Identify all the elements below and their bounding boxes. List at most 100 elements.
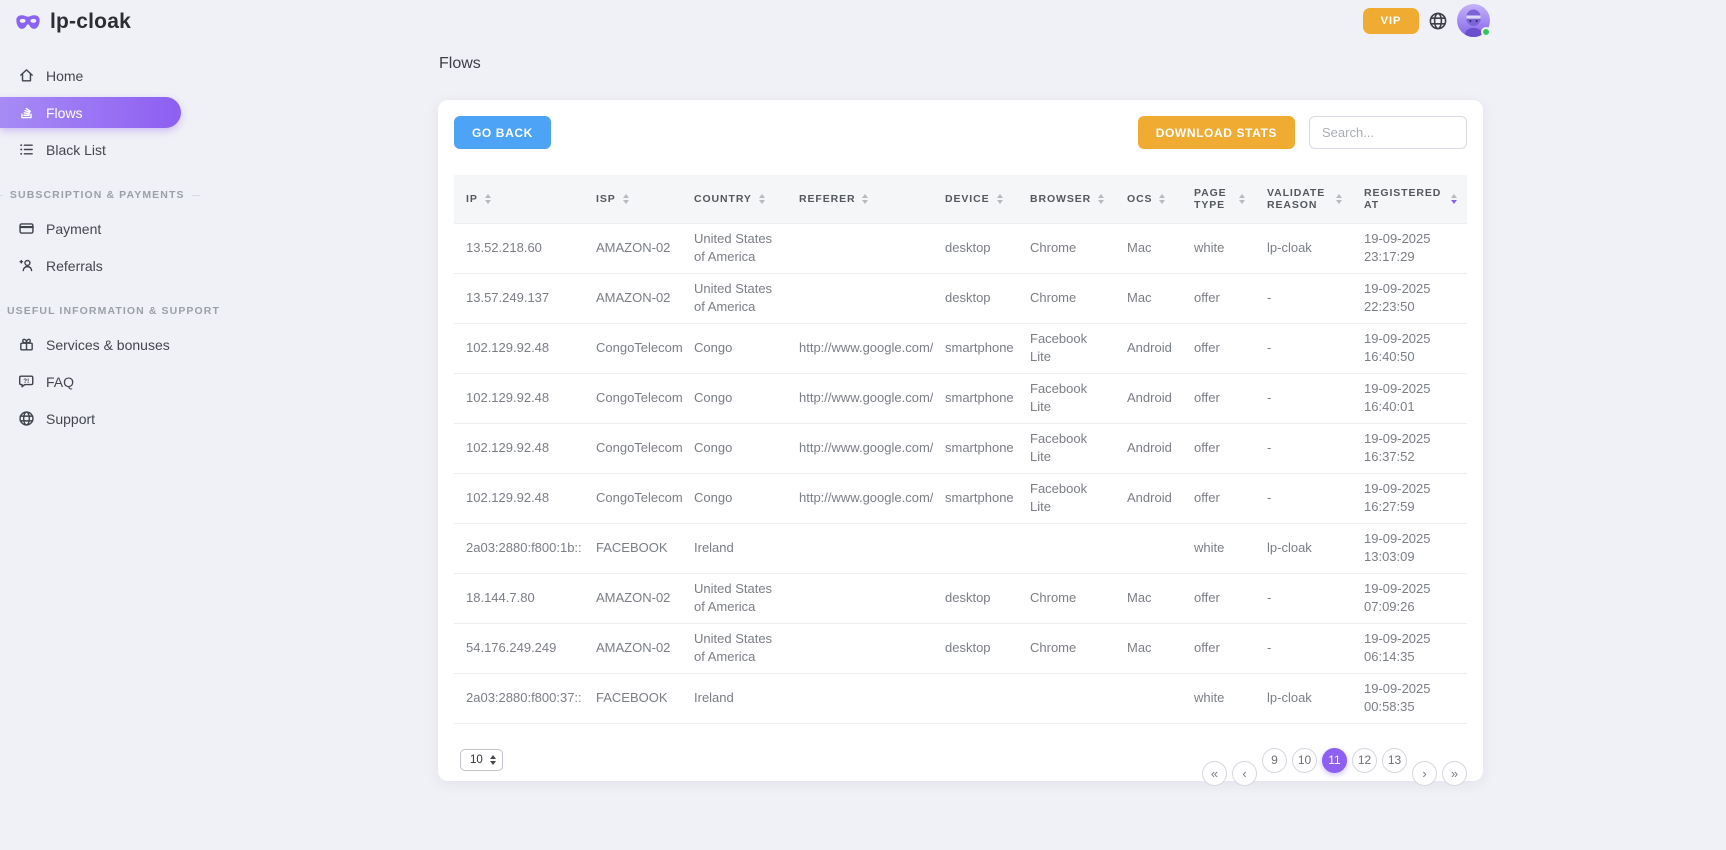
column-label: REFERER: [799, 193, 855, 205]
go-back-button[interactable]: GO BACK: [454, 116, 551, 149]
sidebar-item-home[interactable]: Home: [0, 60, 200, 91]
cell-referer: http://www.google.com/: [787, 423, 933, 473]
cell-ip: 102.129.92.48: [454, 373, 584, 423]
globe-icon[interactable]: [1428, 11, 1448, 31]
sidebar-item-flows[interactable]: Flows: [0, 97, 181, 128]
sort-icon: [862, 194, 868, 204]
sidebar-item-label: Services & bonuses: [46, 337, 170, 353]
page-size-select[interactable]: 10: [460, 749, 503, 771]
cell-ocs: Android: [1115, 373, 1182, 423]
sort-icon: [1098, 194, 1104, 204]
cell-validate_reason: -: [1255, 273, 1352, 323]
cell-ocs: Android: [1115, 323, 1182, 373]
cell-isp: CongoTelecom: [584, 373, 682, 423]
flows-table: IP ISP COUNTRY REFERER DEVICEBROWSEROCS PAGE …: [454, 175, 1467, 724]
cell-device: smartphone: [933, 473, 1018, 523]
cell-ip: 102.129.92.48: [454, 473, 584, 523]
table-row: 102.129.92.48CongoTelecomCongohttp://www…: [454, 323, 1467, 373]
brand-logo: lp-cloak: [0, 0, 200, 34]
prev-page-button[interactable]: ‹: [1232, 761, 1257, 786]
cell-referer: http://www.google.com/: [787, 323, 933, 373]
sidebar-item-referrals[interactable]: Referrals: [0, 250, 200, 281]
sidebar-item-label: Support: [46, 411, 95, 427]
cell-registered_at: 19-09-202516:27:59: [1352, 473, 1467, 523]
column-header-referer[interactable]: REFERER: [787, 175, 933, 223]
cell-device: [933, 523, 1018, 573]
flows-card: GO BACK DOWNLOAD STATS IP ISP COUNTRY REFER…: [438, 100, 1483, 781]
last-page-button[interactable]: »: [1442, 761, 1467, 786]
page-button-11[interactable]: 11: [1322, 748, 1347, 773]
cell-browser: Facebook Lite: [1018, 323, 1115, 373]
page-button-10[interactable]: 10: [1292, 748, 1317, 773]
cell-referer: [787, 273, 933, 323]
column-header-page_type[interactable]: PAGE TYPE: [1182, 175, 1255, 223]
cell-validate_reason: -: [1255, 373, 1352, 423]
column-header-country[interactable]: COUNTRY: [682, 175, 787, 223]
cell-page_type: offer: [1182, 323, 1255, 373]
sidebar-section-header: USEFUL INFORMATION & SUPPORT: [0, 305, 200, 317]
cell-referer: [787, 223, 933, 273]
cell-registered_at: 19-09-202516:37:52: [1352, 423, 1467, 473]
column-header-device[interactable]: DEVICE: [933, 175, 1018, 223]
cell-page_type: offer: [1182, 423, 1255, 473]
sidebar-item-faq[interactable]: ?!FAQ: [0, 366, 200, 397]
page-button-13[interactable]: 13: [1382, 748, 1407, 773]
cell-country: Ireland: [682, 673, 787, 723]
cell-page_type: white: [1182, 673, 1255, 723]
cell-ocs: Android: [1115, 423, 1182, 473]
column-header-browser[interactable]: BROWSER: [1018, 175, 1115, 223]
column-label: ISP: [596, 193, 616, 205]
cell-registered_at: 19-09-202513:03:09: [1352, 523, 1467, 573]
cell-isp: AMAZON-02: [584, 573, 682, 623]
next-page-button[interactable]: ›: [1412, 761, 1437, 786]
cell-registered_at: 19-09-202506:14:35: [1352, 623, 1467, 673]
blacklist-icon: [18, 141, 35, 158]
sidebar-item-black-list[interactable]: Black List: [0, 134, 200, 165]
column-header-isp[interactable]: ISP: [584, 175, 682, 223]
payment-icon: [18, 220, 35, 237]
sidebar-section-header: SUBSCRIPTION & PAYMENTS: [0, 189, 200, 201]
cell-country: United States of America: [682, 223, 787, 273]
download-stats-button[interactable]: DOWNLOAD STATS: [1138, 116, 1295, 149]
faq-icon: ?!: [18, 373, 35, 390]
avatar[interactable]: [1457, 4, 1490, 37]
topbar: VIP: [1363, 4, 1490, 37]
cell-page_type: offer: [1182, 373, 1255, 423]
cell-isp: CongoTelecom: [584, 473, 682, 523]
cell-country: United States of America: [682, 623, 787, 673]
table-body: 13.52.218.60AMAZON-02United States of Am…: [454, 223, 1467, 723]
table-row: 13.52.218.60AMAZON-02United States of Am…: [454, 223, 1467, 273]
cell-registered_at: 19-09-202500:58:35: [1352, 673, 1467, 723]
search-input[interactable]: [1309, 116, 1467, 149]
first-page-button[interactable]: «: [1202, 761, 1227, 786]
cell-browser: [1018, 523, 1115, 573]
cell-isp: AMAZON-02: [584, 223, 682, 273]
cell-ip: 102.129.92.48: [454, 323, 584, 373]
sidebar-item-support[interactable]: Support: [0, 403, 200, 434]
cell-device: smartphone: [933, 423, 1018, 473]
column-header-validate_reason[interactable]: VALIDATE REASON: [1255, 175, 1352, 223]
cell-ip: 18.144.7.80: [454, 573, 584, 623]
cell-validate_reason: lp-cloak: [1255, 523, 1352, 573]
page-button-12[interactable]: 12: [1352, 748, 1377, 773]
cell-browser: Facebook Lite: [1018, 423, 1115, 473]
column-label: PAGE TYPE: [1194, 187, 1232, 211]
column-label: REGISTERED AT: [1364, 187, 1444, 211]
cell-isp: CongoTelecom: [584, 323, 682, 373]
cell-browser: [1018, 673, 1115, 723]
table-row: 54.176.249.249AMAZON-02United States of …: [454, 623, 1467, 673]
column-header-ocs[interactable]: OCS: [1115, 175, 1182, 223]
cell-referer: [787, 573, 933, 623]
column-header-registered_at[interactable]: REGISTERED AT: [1352, 175, 1467, 223]
stepper-icon: [490, 755, 496, 765]
column-header-ip[interactable]: IP: [454, 175, 584, 223]
sidebar-item-payment[interactable]: Payment: [0, 213, 200, 244]
table-row: 13.57.249.137AMAZON-02United States of A…: [454, 273, 1467, 323]
page-button-9[interactable]: 9: [1262, 748, 1287, 773]
vip-button[interactable]: VIP: [1363, 8, 1419, 34]
sort-icon: [1451, 194, 1457, 204]
cell-ip: 54.176.249.249: [454, 623, 584, 673]
sidebar-item-services-bonuses[interactable]: Services & bonuses: [0, 329, 200, 360]
cell-browser: Facebook Lite: [1018, 473, 1115, 523]
cell-ocs: Mac: [1115, 273, 1182, 323]
